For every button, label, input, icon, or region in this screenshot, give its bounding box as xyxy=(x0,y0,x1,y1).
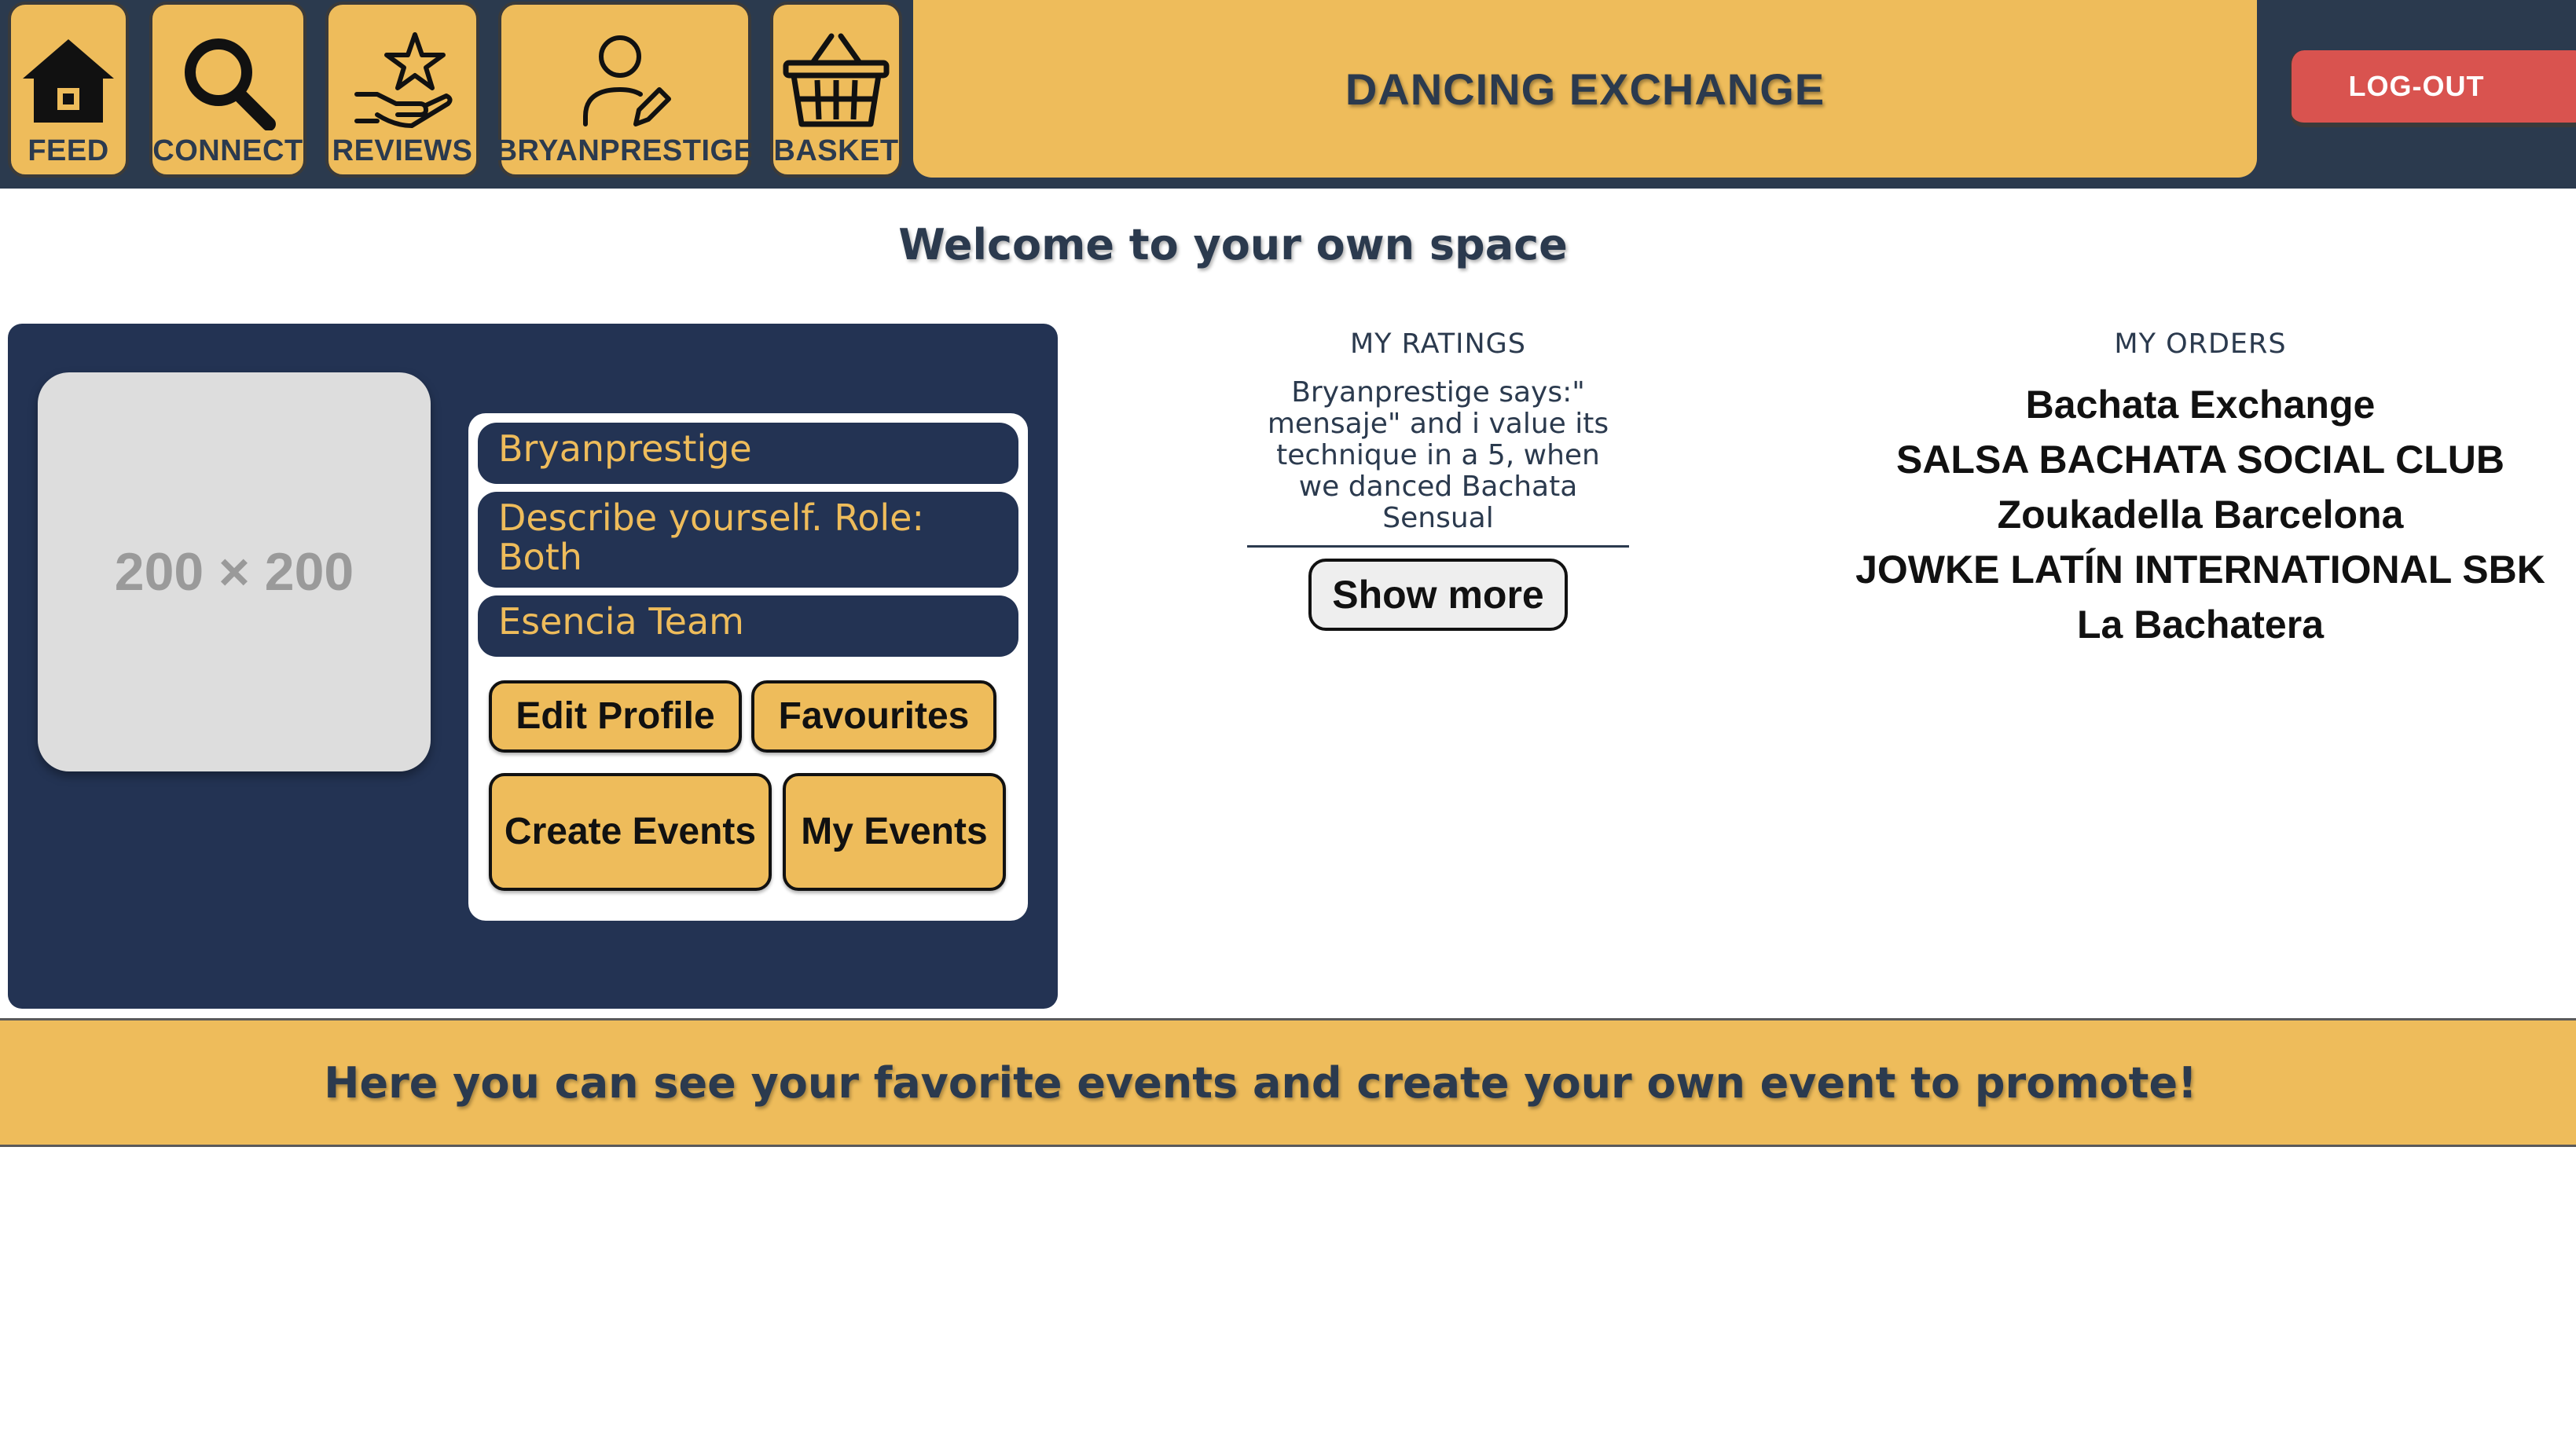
top-navbar: FEED CONNECT REVIEWS BRYANPRESTIGE BASKE… xyxy=(0,0,2576,189)
nav-reviews-label: REVIEWS xyxy=(332,134,473,167)
orders-title: MY ORDERS xyxy=(2114,328,2287,360)
home-icon xyxy=(23,39,114,123)
avatar: 200 × 200 xyxy=(38,372,431,771)
promo-banner: Here you can see your favorite events an… xyxy=(0,1018,2576,1147)
orders-list: Bachata Exchange SALSA BACHATA SOCIAL CL… xyxy=(1807,377,2576,652)
nav-profile-button[interactable]: BRYANPRESTIGE xyxy=(495,2,754,178)
hand-star-icon xyxy=(354,32,453,128)
rating-divider xyxy=(1247,545,1629,548)
edit-profile-button[interactable]: Edit Profile xyxy=(489,680,742,753)
nav-feed-button[interactable]: FEED xyxy=(8,2,129,178)
profile-description: Describe yourself. Role: Both xyxy=(478,492,1018,588)
favourites-button[interactable]: Favourites xyxy=(751,680,996,753)
logout-button[interactable]: LOG-OUT xyxy=(2290,50,2576,127)
nav-reviews-button[interactable]: REVIEWS xyxy=(325,2,479,178)
search-icon xyxy=(185,38,276,130)
profile-team: Esencia Team xyxy=(478,595,1018,657)
my-events-button[interactable]: My Events xyxy=(783,773,1006,891)
nav-profile-label: BRYANPRESTIGE xyxy=(495,134,754,167)
order-item[interactable]: SALSA BACHATA SOCIAL CLUB xyxy=(1807,432,2576,487)
user-edit-icon xyxy=(583,35,671,126)
create-events-button[interactable]: Create Events xyxy=(489,773,772,891)
profile-info-panel: Bryanprestige Describe yourself. Role: B… xyxy=(468,413,1028,921)
basket-icon xyxy=(783,33,890,127)
profile-card: 200 × 200 Bryanprestige Describe yoursel… xyxy=(8,324,1058,1009)
nav-connect-label: CONNECT xyxy=(152,134,303,167)
ratings-section: MY RATINGS Bryanprestige says:" mensaje"… xyxy=(1242,328,1635,631)
nav-basket-button[interactable]: BASKET xyxy=(770,2,902,178)
logout-label: LOG-OUT xyxy=(2348,70,2485,102)
order-item[interactable]: JOWKE LATÍN INTERNATIONAL SBK xyxy=(1807,542,2576,597)
brand-title: DANCING EXCHANGE xyxy=(1345,64,1826,114)
nav-feed-label: FEED xyxy=(28,134,109,167)
page-title: Welcome to your own space xyxy=(898,220,1568,269)
order-item[interactable]: Zoukadella Barcelona xyxy=(1807,487,2576,542)
rating-entry: Bryanprestige says:" mensaje" and i valu… xyxy=(1267,376,1609,534)
orders-section: MY ORDERS Bachata Exchange SALSA BACHATA… xyxy=(1807,328,2576,652)
show-more-button[interactable]: Show more xyxy=(1308,559,1568,631)
nav-connect-button[interactable]: CONNECT xyxy=(149,2,306,178)
ratings-title: MY RATINGS xyxy=(1349,328,1527,360)
promo-banner-text: Here you can see your favorite events an… xyxy=(324,1057,2197,1108)
order-item[interactable]: La Bachatera xyxy=(1807,597,2576,652)
order-item[interactable]: Bachata Exchange xyxy=(1807,377,2576,432)
nav-basket-label: BASKET xyxy=(773,134,899,167)
profile-username: Bryanprestige xyxy=(478,423,1018,484)
brand-header: DANCING EXCHANGE xyxy=(913,0,2257,178)
avatar-placeholder-text: 200 × 200 xyxy=(114,542,354,602)
